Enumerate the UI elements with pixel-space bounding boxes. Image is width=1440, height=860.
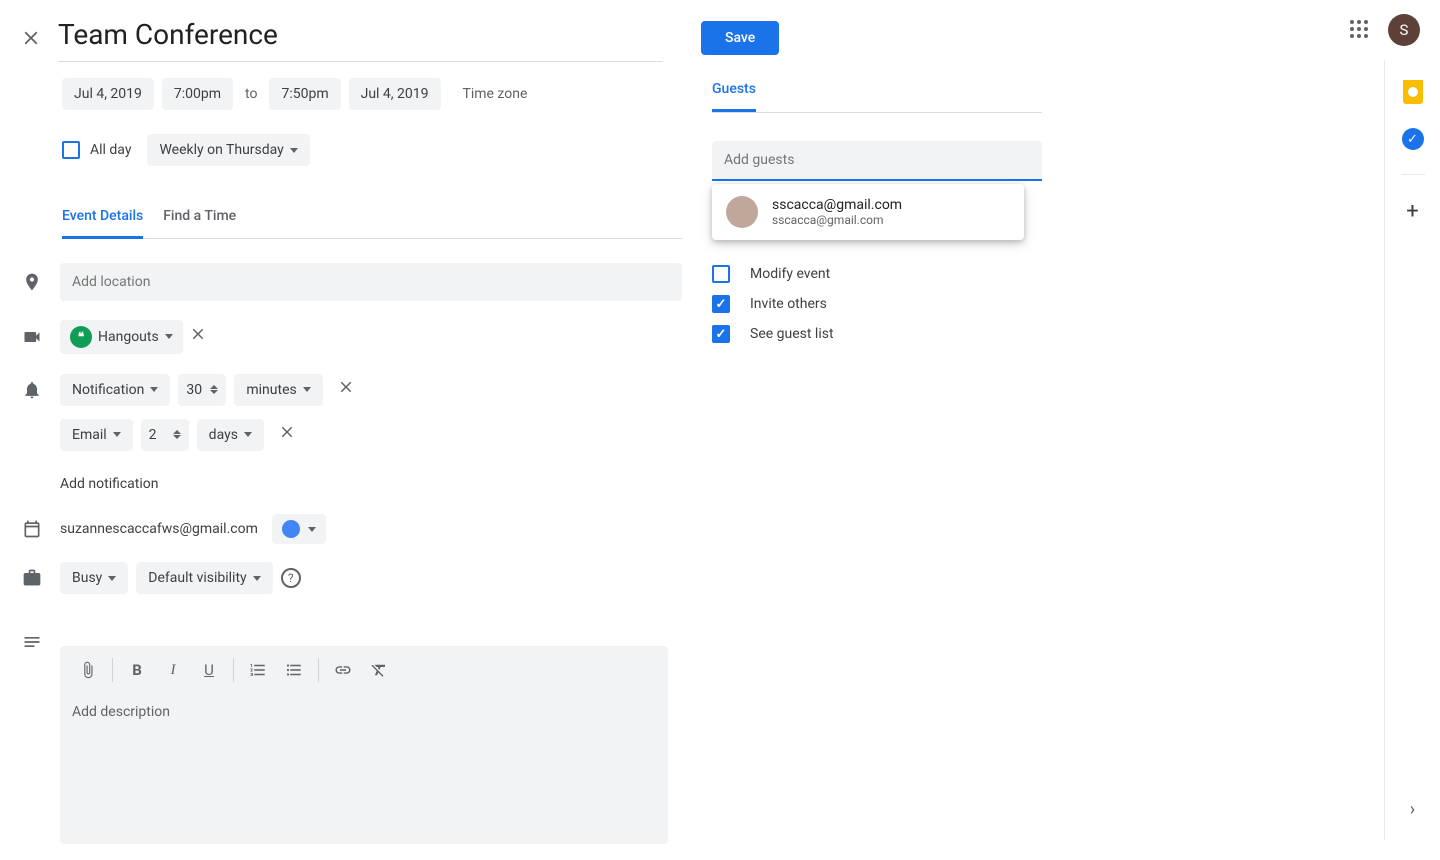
all-day-checkbox[interactable] [62, 141, 80, 159]
modify-event-label: Modify event [750, 266, 830, 282]
notification-method-label: Email [72, 427, 107, 443]
addons-plus-icon[interactable]: + [1406, 199, 1418, 224]
end-time-chip[interactable]: 7:50pm [269, 78, 340, 110]
visibility-dropdown[interactable]: Default visibility [136, 562, 272, 594]
notification-value-stepper[interactable]: 2 [141, 419, 189, 451]
bold-button[interactable]: B [121, 654, 153, 686]
timezone-link[interactable]: Time zone [463, 86, 528, 102]
notification-value: 30 [186, 382, 204, 398]
video-icon [22, 327, 60, 347]
side-panel-divider [1401, 174, 1425, 175]
calendar-icon [22, 519, 60, 539]
bell-icon [22, 380, 60, 400]
side-panel-toggle-icon[interactable]: › [1410, 799, 1415, 820]
tab-event-details[interactable]: Event Details [62, 208, 143, 239]
notification-method-dropdown[interactable]: Notification [60, 374, 170, 406]
end-date-chip[interactable]: Jul 4, 2019 [349, 78, 441, 110]
start-date-chip[interactable]: Jul 4, 2019 [62, 78, 154, 110]
tab-guests[interactable]: Guests [712, 81, 756, 112]
suggestion-avatar [726, 196, 758, 228]
chevron-down-icon [244, 432, 252, 437]
conference-dropdown[interactable]: ❝ Hangouts [60, 320, 183, 354]
chevron-down-icon [108, 576, 116, 581]
calendar-owner-label: suzannescaccafws@gmail.com [60, 521, 258, 537]
modify-event-checkbox[interactable] [712, 265, 730, 283]
notification-method-dropdown[interactable]: Email [60, 419, 133, 451]
location-input[interactable] [60, 263, 682, 301]
notification-method-label: Notification [72, 382, 144, 398]
underline-button[interactable]: U [193, 654, 225, 686]
chevron-down-icon [308, 527, 316, 532]
visibility-label: Default visibility [148, 570, 246, 586]
tasks-icon[interactable]: ✓ [1402, 128, 1424, 150]
see-guest-list-checkbox[interactable] [712, 325, 730, 343]
see-guest-list-label: See guest list [750, 326, 834, 342]
remove-conference-button[interactable] [183, 319, 213, 354]
briefcase-icon [22, 568, 60, 588]
event-color-dropdown[interactable] [272, 514, 326, 544]
chevron-down-icon [253, 576, 261, 581]
tab-find-a-time[interactable]: Find a Time [163, 208, 236, 238]
description-icon [22, 622, 60, 652]
description-input[interactable]: Add description [60, 694, 668, 844]
chevron-down-icon [150, 387, 158, 392]
event-title-input[interactable] [58, 14, 663, 62]
start-time-chip[interactable]: 7:00pm [162, 78, 233, 110]
suggestion-email: sscacca@gmail.com [772, 213, 902, 227]
notification-unit-dropdown[interactable]: days [197, 419, 264, 451]
color-dot [282, 520, 300, 538]
notification-unit-label: minutes [246, 382, 296, 398]
attach-icon[interactable] [72, 654, 104, 686]
clear-formatting-button[interactable] [363, 654, 395, 686]
bullet-list-button[interactable] [278, 654, 310, 686]
link-button[interactable] [327, 654, 359, 686]
conference-label: Hangouts [98, 329, 159, 345]
save-button[interactable]: Save [701, 21, 779, 55]
account-avatar[interactable]: S [1388, 14, 1420, 46]
guest-suggestion-item[interactable]: sscacca@gmail.com sscacca@gmail.com [712, 184, 1024, 240]
add-guests-input[interactable] [712, 141, 1042, 181]
notification-value: 2 [149, 427, 167, 443]
help-icon[interactable]: ? [281, 568, 301, 588]
notification-unit-dropdown[interactable]: minutes [234, 374, 322, 406]
to-label: to [241, 86, 261, 102]
remove-notification-button[interactable] [272, 417, 302, 452]
recurrence-label: Weekly on Thursday [159, 142, 283, 158]
keep-icon[interactable] [1403, 80, 1423, 104]
chevron-down-icon [165, 334, 173, 339]
chevron-down-icon [303, 387, 311, 392]
close-icon[interactable] [18, 25, 44, 51]
italic-button[interactable]: I [157, 654, 189, 686]
location-icon [22, 272, 60, 292]
suggestion-name: sscacca@gmail.com [772, 197, 902, 213]
availability-dropdown[interactable]: Busy [60, 562, 128, 594]
invite-others-checkbox[interactable] [712, 295, 730, 313]
all-day-label: All day [90, 142, 131, 158]
chevron-down-icon [290, 148, 298, 153]
numbered-list-button[interactable] [242, 654, 274, 686]
hangouts-icon: ❝ [70, 326, 92, 348]
remove-notification-button[interactable] [331, 372, 361, 407]
invite-others-label: Invite others [750, 296, 827, 312]
add-notification-button[interactable]: Add notification [60, 476, 159, 492]
availability-label: Busy [72, 570, 102, 586]
chevron-down-icon [113, 432, 121, 437]
notification-value-stepper[interactable]: 30 [178, 374, 226, 406]
notification-unit-label: days [209, 427, 238, 443]
recurrence-dropdown[interactable]: Weekly on Thursday [147, 134, 309, 166]
apps-grid-icon[interactable] [1350, 20, 1370, 40]
